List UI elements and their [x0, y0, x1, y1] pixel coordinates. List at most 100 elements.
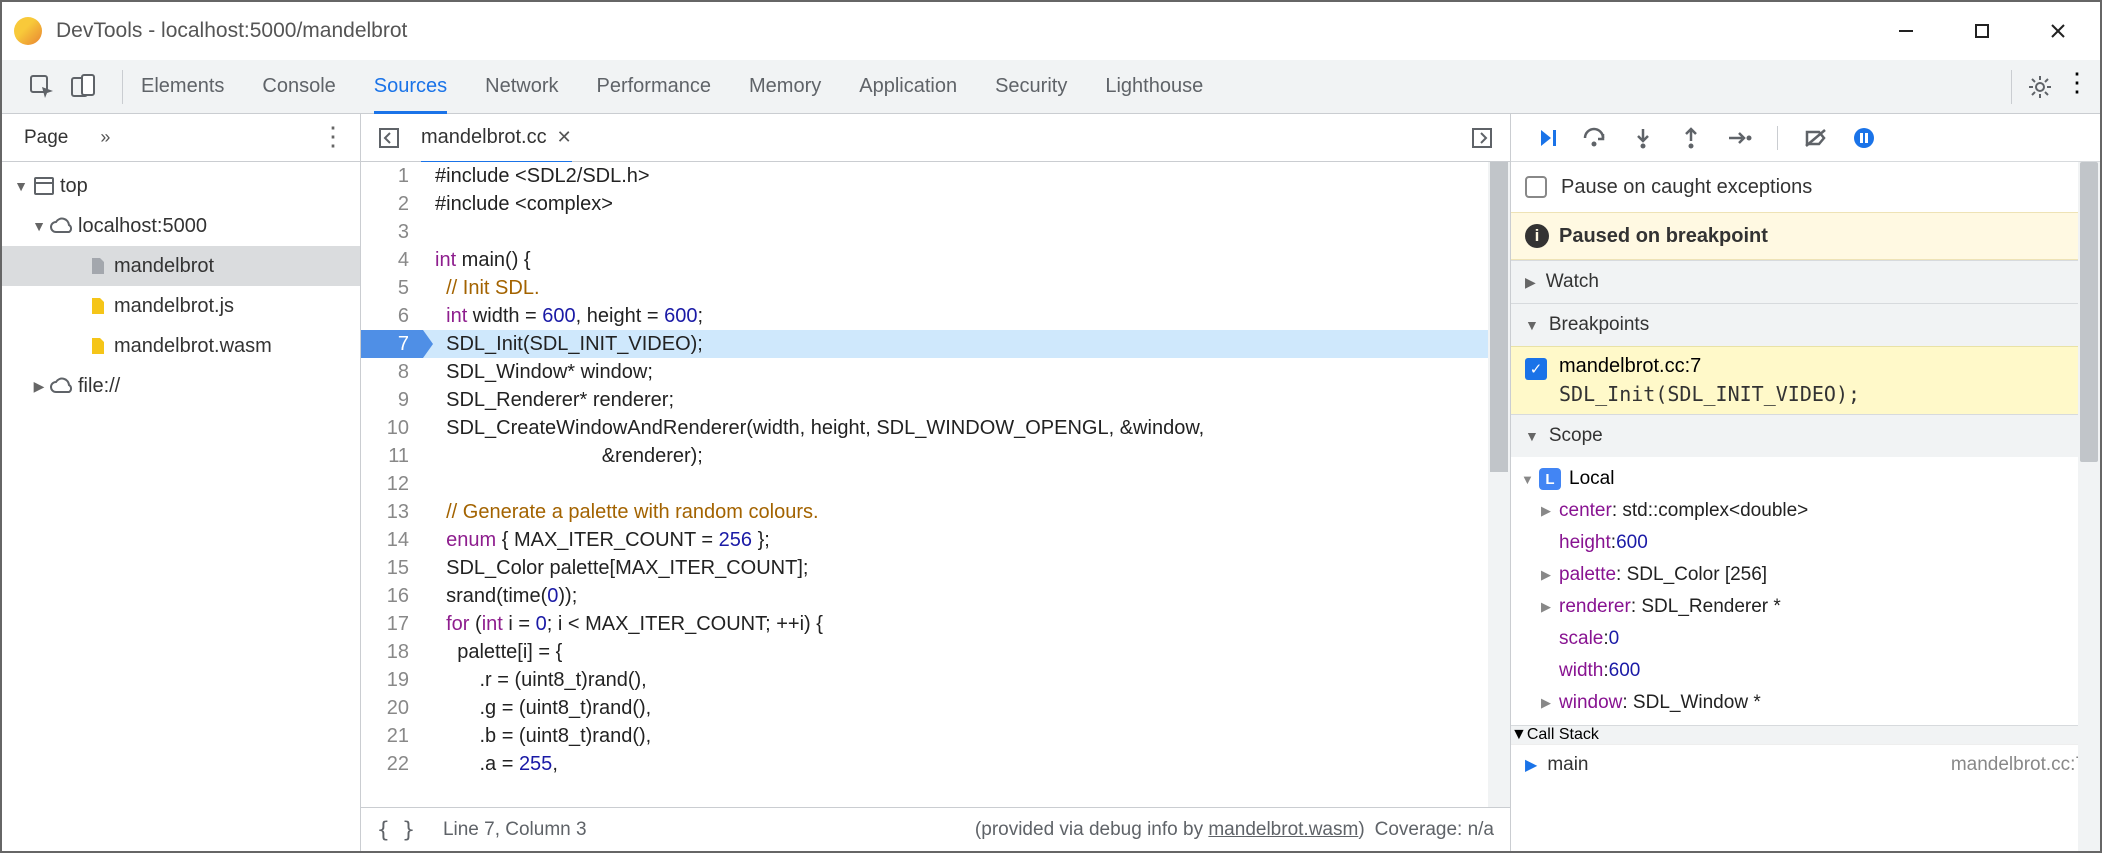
code-line[interactable]: 5 // Init SDL.: [361, 274, 1510, 302]
code-line[interactable]: 19 .r = (uint8_t)rand(),: [361, 666, 1510, 694]
code-line[interactable]: 17 for (int i = 0; i < MAX_ITER_COUNT; +…: [361, 610, 1510, 638]
navigator-menu-icon[interactable]: [320, 126, 346, 149]
code-line[interactable]: 6 int width = 600, height = 600;: [361, 302, 1510, 330]
gutter-line-number[interactable]: 17: [361, 610, 423, 638]
gutter-line-number[interactable]: 4: [361, 246, 423, 274]
gutter-line-number[interactable]: 15: [361, 554, 423, 582]
gutter-line-number[interactable]: 11: [361, 442, 423, 470]
tab-application[interactable]: Application: [859, 61, 957, 112]
tree-node-file-scheme[interactable]: ▶ file://: [2, 366, 360, 406]
editor-scrollbar[interactable]: [1488, 162, 1510, 807]
close-button[interactable]: [2020, 2, 2096, 60]
gutter-line-number[interactable]: 3: [361, 218, 423, 246]
gutter-line-number[interactable]: 20: [361, 694, 423, 722]
code-line[interactable]: 21 .b = (uint8_t)rand(),: [361, 722, 1510, 750]
tab-sources[interactable]: Sources: [374, 61, 447, 112]
tree-node-top[interactable]: ▼ top: [2, 166, 360, 206]
navigator-tab-page[interactable]: Page: [24, 127, 68, 149]
breakpoints-header[interactable]: ▼Breakpoints: [1511, 304, 2100, 346]
code-line[interactable]: 9 SDL_Renderer* renderer;: [361, 386, 1510, 414]
code-line[interactable]: 4int main() {: [361, 246, 1510, 274]
gutter-line-number[interactable]: 2: [361, 190, 423, 218]
code-line[interactable]: 22 .a = 255,: [361, 750, 1510, 778]
gutter-line-number[interactable]: 18: [361, 638, 423, 666]
scope-local[interactable]: ▼LLocal: [1511, 463, 2100, 495]
source-map-link[interactable]: mandelbrot.wasm: [1208, 819, 1358, 840]
more-menu-icon[interactable]: [2064, 78, 2090, 96]
inspect-element-icon[interactable]: [24, 69, 60, 105]
scope-var-center[interactable]: ▶center: std::complex<double>: [1511, 495, 2100, 527]
code-line[interactable]: 8 SDL_Window* window;: [361, 358, 1510, 386]
tab-memory[interactable]: Memory: [749, 61, 821, 112]
tab-lighthouse[interactable]: Lighthouse: [1105, 61, 1203, 112]
toggle-navigator-icon[interactable]: [375, 124, 403, 152]
code-line[interactable]: 2#include <complex>: [361, 190, 1510, 218]
scope-var-window[interactable]: ▶window: SDL_Window *: [1511, 687, 2100, 719]
scope-var-height[interactable]: height: 600: [1511, 527, 2100, 559]
code-line[interactable]: 12: [361, 470, 1510, 498]
pause-on-exceptions-button[interactable]: [1848, 122, 1880, 154]
code-line[interactable]: 11 &renderer);: [361, 442, 1510, 470]
code-line[interactable]: 10 SDL_CreateWindowAndRenderer(width, he…: [361, 414, 1510, 442]
gutter-line-number[interactable]: 1: [361, 162, 423, 190]
watch-section[interactable]: ▶Watch: [1511, 260, 2100, 303]
editor-file-tab[interactable]: mandelbrot.cc ✕: [421, 114, 572, 161]
code-editor[interactable]: 1#include <SDL2/SDL.h>2#include <complex…: [361, 162, 1510, 778]
tree-file-mandelbrot[interactable]: mandelbrot: [2, 246, 360, 286]
code-line[interactable]: 20 .g = (uint8_t)rand(),: [361, 694, 1510, 722]
gutter-line-number[interactable]: 6: [361, 302, 423, 330]
resume-button[interactable]: [1531, 122, 1563, 154]
gutter-line-number[interactable]: 12: [361, 470, 423, 498]
scope-header[interactable]: ▼Scope: [1511, 415, 2100, 457]
tab-console[interactable]: Console: [262, 61, 335, 112]
code-line[interactable]: 3: [361, 218, 1510, 246]
gutter-line-number[interactable]: 19: [361, 666, 423, 694]
gutter-line-number[interactable]: 14: [361, 526, 423, 554]
tab-network[interactable]: Network: [485, 61, 558, 112]
scope-var-width[interactable]: width: 600: [1511, 655, 2100, 687]
tab-performance[interactable]: Performance: [597, 61, 712, 112]
step-over-button[interactable]: [1579, 122, 1611, 154]
tab-elements[interactable]: Elements: [141, 61, 224, 112]
close-tab-icon[interactable]: ✕: [557, 127, 572, 148]
code-line[interactable]: 1#include <SDL2/SDL.h>: [361, 162, 1510, 190]
scope-var-scale[interactable]: scale: 0: [1511, 623, 2100, 655]
tree-node-host[interactable]: ▼ localhost:5000: [2, 206, 360, 246]
step-into-button[interactable]: [1627, 122, 1659, 154]
step-button[interactable]: [1723, 122, 1755, 154]
gutter-line-number[interactable]: 10: [361, 414, 423, 442]
code-line[interactable]: 14 enum { MAX_ITER_COUNT = 256 };: [361, 526, 1510, 554]
breakpoint-checkbox[interactable]: ✓: [1525, 358, 1547, 380]
gutter-line-number[interactable]: 5: [361, 274, 423, 302]
code-line[interactable]: 13 // Generate a palette with random col…: [361, 498, 1510, 526]
gutter-line-number[interactable]: 22: [361, 750, 423, 778]
code-line[interactable]: 18 palette[i] = {: [361, 638, 1510, 666]
settings-icon[interactable]: [2026, 73, 2054, 101]
gutter-line-number[interactable]: 13: [361, 498, 423, 526]
code-line[interactable]: 7 SDL_Init(SDL_INIT_VIDEO);: [361, 330, 1510, 358]
gutter-line-number[interactable]: 9: [361, 386, 423, 414]
scope-var-palette[interactable]: ▶palette: SDL_Color [256]: [1511, 559, 2100, 591]
breakpoint-item[interactable]: ✓ mandelbrot.cc:7 SDL_Init(SDL_INIT_VIDE…: [1511, 346, 2100, 414]
maximize-button[interactable]: [1944, 2, 2020, 60]
tree-file-mandelbrot-js[interactable]: mandelbrot.js: [2, 286, 360, 326]
gutter-line-number[interactable]: 8: [361, 358, 423, 386]
deactivate-breakpoints-button[interactable]: [1800, 122, 1832, 154]
gutter-line-number[interactable]: 16: [361, 582, 423, 610]
gutter-line-number[interactable]: 7: [361, 330, 423, 358]
pause-on-caught-row[interactable]: Pause on caught exceptions: [1511, 162, 2100, 212]
navigator-more-tabs-icon[interactable]: »: [100, 127, 110, 148]
step-out-button[interactable]: [1675, 122, 1707, 154]
toggle-debugger-icon[interactable]: [1468, 124, 1496, 152]
gutter-line-number[interactable]: 21: [361, 722, 423, 750]
scope-var-renderer[interactable]: ▶renderer: SDL_Renderer *: [1511, 591, 2100, 623]
device-toolbar-icon[interactable]: [66, 69, 102, 105]
minimize-button[interactable]: [1868, 2, 1944, 60]
callstack-header[interactable]: ▼Call Stack: [1511, 726, 2100, 744]
tree-file-mandelbrot-wasm[interactable]: mandelbrot.wasm: [2, 326, 360, 366]
callstack-frame[interactable]: ▶ main mandelbrot.cc:7: [1511, 744, 2100, 784]
code-line[interactable]: 15 SDL_Color palette[MAX_ITER_COUNT];: [361, 554, 1510, 582]
debugger-scrollbar[interactable]: [2078, 162, 2100, 851]
pause-on-caught-checkbox[interactable]: [1525, 176, 1547, 198]
code-line[interactable]: 16 srand(time(0));: [361, 582, 1510, 610]
